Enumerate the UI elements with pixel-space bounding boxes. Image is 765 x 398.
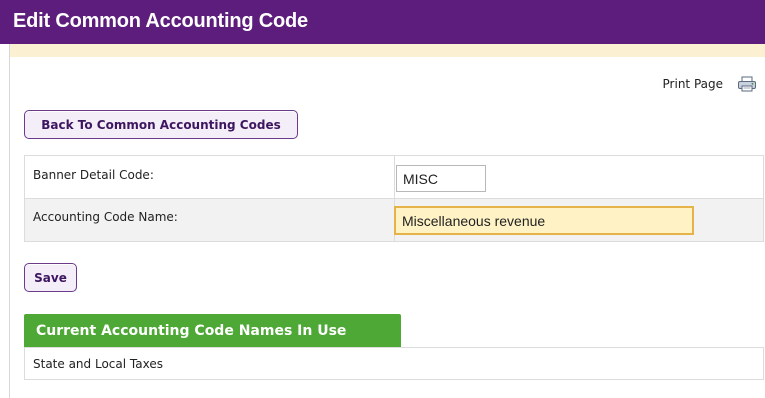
accounting-code-name-label: Accounting Code Name:	[33, 210, 178, 224]
printer-icon[interactable]	[737, 76, 757, 92]
print-page-link[interactable]: Print Page	[663, 77, 723, 91]
accounting-code-name-input[interactable]	[394, 206, 694, 235]
banner-detail-code-label: Banner Detail Code:	[33, 168, 154, 182]
header-accent-band	[10, 44, 765, 57]
code-names-in-use-list: State and Local Taxes	[24, 347, 764, 380]
page-header: Edit Common Accounting Code	[0, 0, 765, 44]
page-title: Edit Common Accounting Code	[13, 10, 308, 32]
list-item: State and Local Taxes	[33, 357, 163, 371]
banner-detail-code-input[interactable]	[396, 165, 486, 192]
back-to-common-accounting-codes-button[interactable]: Back To Common Accounting Codes	[24, 110, 298, 139]
save-button[interactable]: Save	[24, 263, 77, 292]
content-left-border	[9, 44, 10, 398]
current-code-names-heading: Current Accounting Code Names In Use	[24, 314, 401, 347]
